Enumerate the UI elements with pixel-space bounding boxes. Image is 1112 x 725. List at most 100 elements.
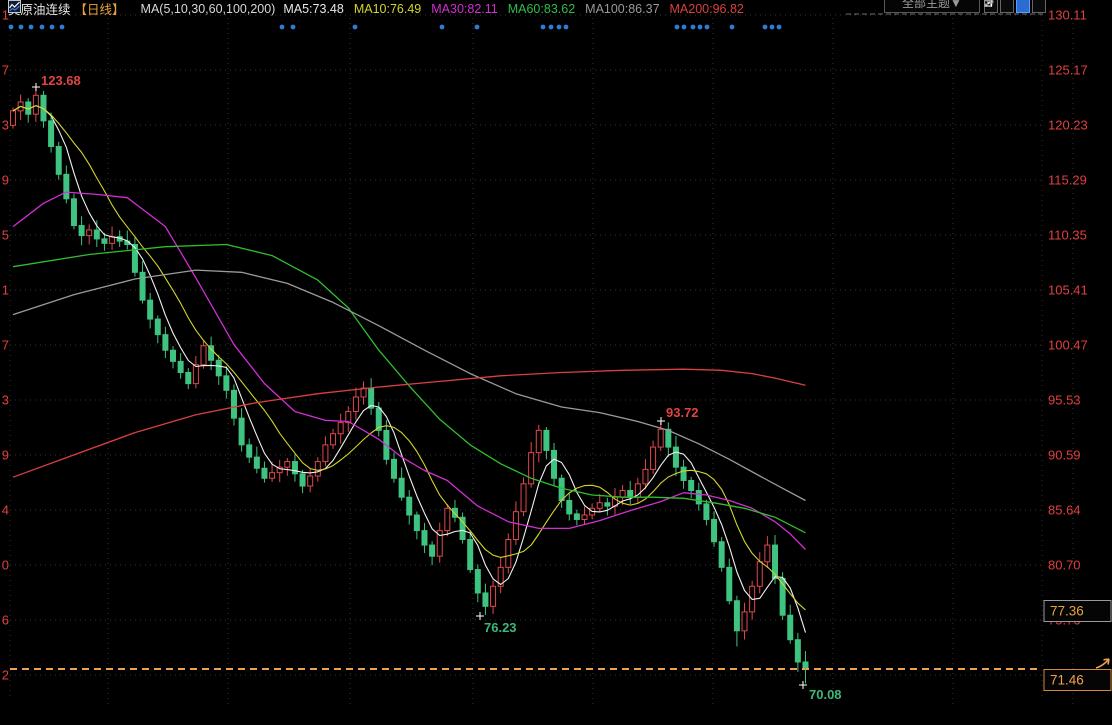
- event-dot[interactable]: [40, 25, 45, 30]
- ma-value: MA100:86.37: [585, 2, 659, 16]
- axis-price-label: 105.41: [1048, 283, 1088, 298]
- event-dot[interactable]: [691, 25, 696, 30]
- chart-app: 123.6893.7276.2370.08130.11125.17120.231…: [0, 0, 1112, 725]
- candle-body: [33, 95, 38, 114]
- event-dot[interactable]: [564, 25, 569, 30]
- event-dot[interactable]: [682, 25, 687, 30]
- theme-dropdown-button[interactable]: 全部主题▼: [884, 0, 980, 13]
- price-tag: 77.36: [1044, 601, 1111, 622]
- ma-group-label: MA(5,10,30,60,100,200): [141, 2, 276, 16]
- candle-body: [407, 497, 412, 515]
- axis-price-label: 110.35: [1048, 228, 1087, 243]
- axis-price-label-partial: 6: [2, 613, 9, 628]
- candle-body: [132, 244, 137, 272]
- candle-body: [727, 567, 732, 600]
- event-dot[interactable]: [675, 25, 680, 30]
- axis-price-label: 115.29: [1048, 173, 1087, 188]
- candle-body: [605, 503, 610, 506]
- candle-body: [155, 319, 160, 335]
- theme-dropdown-label: 全部主题▼: [902, 0, 962, 11]
- event-dot[interactable]: [698, 25, 703, 30]
- candle-body: [681, 467, 686, 480]
- candle-body: [422, 531, 427, 545]
- event-dot[interactable]: [557, 25, 562, 30]
- event-dot[interactable]: [9, 25, 14, 30]
- pane-play-icon[interactable]: [1016, 0, 1030, 13]
- ma-value: MA5:73.48: [283, 2, 343, 16]
- candle-body: [689, 480, 694, 490]
- candle-body: [231, 390, 236, 418]
- candle-body: [773, 545, 778, 578]
- event-dot[interactable]: [763, 25, 768, 30]
- candle-body: [148, 300, 153, 319]
- candle-body: [666, 429, 671, 447]
- candle-body: [658, 429, 663, 447]
- event-dot[interactable]: [549, 25, 554, 30]
- candle-body: [765, 545, 770, 562]
- event-dot[interactable]: [60, 25, 65, 30]
- candle-body: [323, 445, 328, 462]
- annotation-label: 123.68: [41, 73, 81, 88]
- axis-price-label-partial: 2: [2, 668, 9, 683]
- candlestick-chart[interactable]: 123.6893.7276.2370.08130.11125.17120.231…: [0, 0, 1112, 725]
- candle-body: [292, 462, 297, 474]
- candle-body: [620, 491, 625, 498]
- ma-value: MA30:82.11: [431, 2, 497, 16]
- candle-body: [536, 430, 541, 452]
- candle-body: [643, 469, 648, 483]
- candle-body: [712, 519, 717, 541]
- candle-body: [178, 361, 183, 372]
- candle-body: [651, 447, 656, 469]
- candle-body: [673, 447, 678, 467]
- candle-body: [468, 540, 473, 570]
- axis-price-label-partial: 4: [2, 503, 9, 518]
- candle-body: [483, 593, 488, 606]
- candle-body: [552, 450, 557, 478]
- candle-body: [308, 476, 313, 486]
- candle-body: [49, 121, 54, 147]
- candle-down: [71, 194, 76, 230]
- candle-body: [140, 272, 145, 300]
- candle-body: [719, 542, 724, 568]
- event-dot[interactable]: [705, 25, 710, 30]
- pane-window-icon[interactable]: [1032, 0, 1046, 13]
- event-dot[interactable]: [541, 25, 546, 30]
- axis-price-label: 85.64: [1048, 503, 1081, 518]
- candle-body: [506, 540, 511, 568]
- event-dot[interactable]: [19, 25, 24, 30]
- candle-body: [757, 562, 762, 586]
- candle-body: [56, 146, 61, 174]
- chart-toolbar: [984, 0, 1048, 13]
- event-dot[interactable]: [777, 25, 782, 30]
- candle-body: [544, 430, 549, 450]
- event-dot[interactable]: [50, 25, 55, 30]
- event-dot[interactable]: [29, 25, 34, 30]
- event-dot[interactable]: [475, 25, 480, 30]
- event-dot[interactable]: [770, 25, 775, 30]
- event-dot[interactable]: [730, 25, 735, 30]
- axis-price-label-partial: 5: [2, 228, 9, 243]
- candle-body: [574, 514, 579, 520]
- axis-price-label-partial: 0: [2, 558, 9, 573]
- candle-body: [201, 346, 206, 365]
- event-dot[interactable]: [440, 25, 445, 30]
- candle-body: [521, 484, 526, 512]
- pane-export-icon[interactable]: [1000, 0, 1014, 13]
- candle-body: [734, 601, 739, 631]
- annotation-label: 93.72: [666, 405, 699, 420]
- candle-body: [171, 350, 176, 361]
- event-dot[interactable]: [291, 25, 296, 30]
- ma-values-list: MA5:73.48MA10:76.49MA30:82.11MA60:83.62M…: [283, 2, 754, 16]
- event-dot[interactable]: [353, 25, 358, 30]
- price-tag-label: 71.46: [1050, 673, 1084, 688]
- candle-up: [506, 533, 511, 573]
- candle-body: [247, 445, 252, 457]
- axis-price-label: 130.11: [1048, 8, 1087, 23]
- candle-body: [742, 612, 747, 631]
- candle-body: [795, 640, 800, 662]
- candle-body: [567, 501, 572, 514]
- period-label[interactable]: 【日线】: [75, 0, 125, 18]
- candle-body: [696, 491, 701, 504]
- event-dot[interactable]: [280, 25, 285, 30]
- axis-price-label-partial: 1: [2, 283, 9, 298]
